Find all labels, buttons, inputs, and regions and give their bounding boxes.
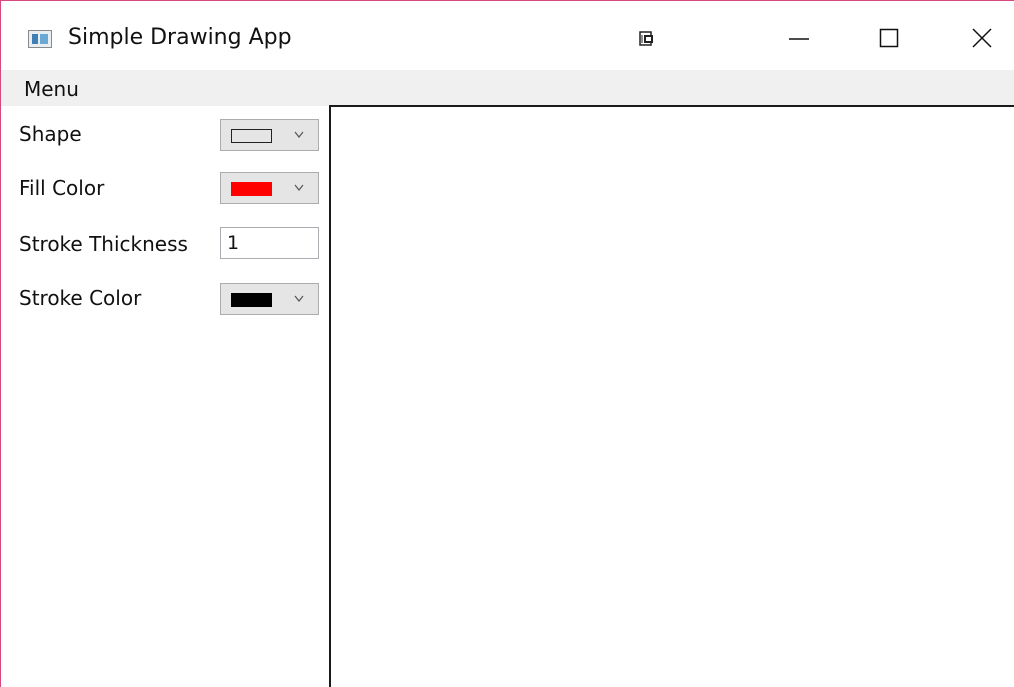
stroke-color-swatch [231, 293, 272, 307]
stroke-thickness-label: Stroke Thickness [19, 232, 188, 256]
stroke-thickness-input[interactable] [220, 227, 319, 259]
chevron-down-icon [294, 295, 304, 302]
rectangle-outline-icon [231, 129, 272, 143]
drawing-canvas[interactable] [329, 105, 1014, 687]
shape-combobox[interactable] [220, 119, 319, 151]
maximize-button[interactable] [869, 21, 909, 57]
menu-item-menu[interactable]: Menu [16, 77, 87, 101]
stroke-color-label: Stroke Color [19, 286, 142, 310]
snap-icon [639, 31, 653, 46]
window-title: Simple Drawing App [68, 25, 292, 50]
shape-label: Shape [19, 122, 82, 146]
title-bar[interactable]: Simple Drawing App [1, 1, 1014, 70]
app-window-icon [28, 30, 52, 48]
close-button[interactable] [962, 21, 1002, 57]
fill-color-swatch [231, 182, 272, 196]
chevron-down-icon [294, 131, 304, 138]
app-window: Simple Drawing App Menu Shape Fill Color… [0, 0, 1014, 687]
maximize-icon [879, 28, 899, 48]
chevron-down-icon [294, 184, 304, 191]
minimize-button[interactable] [779, 21, 819, 57]
fill-color-label: Fill Color [19, 176, 105, 200]
properties-panel: Shape Fill Color Stroke Thickness Stroke… [1, 106, 330, 687]
close-icon [972, 28, 992, 48]
menu-bar: Menu [1, 70, 1014, 106]
minimize-icon [789, 38, 809, 40]
fill-color-combobox[interactable] [220, 172, 319, 204]
snap-button[interactable] [630, 21, 670, 57]
stroke-color-combobox[interactable] [220, 283, 319, 315]
